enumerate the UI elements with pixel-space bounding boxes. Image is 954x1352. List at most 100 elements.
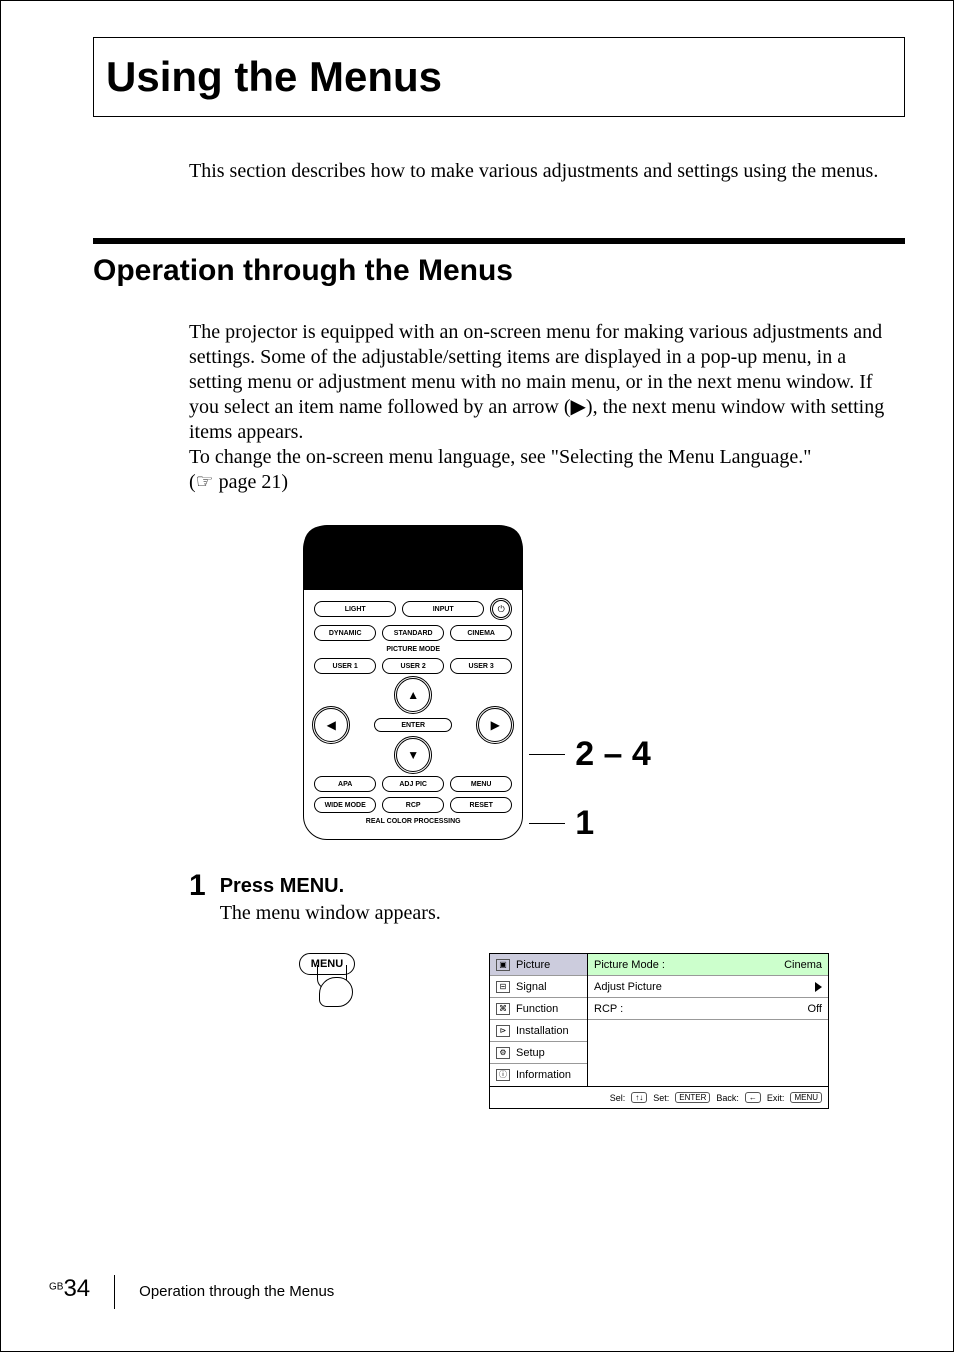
osd-left-column: ▣ Picture ⊟ Signal ⌘ Function ⊳ Installation… [490, 954, 588, 1086]
remote-row-5: WIDE MODE RCP RESET [314, 797, 512, 813]
osd-rcp-label: RCP : [594, 1003, 623, 1015]
standard-button: STANDARD [382, 625, 444, 641]
step-number: 1 [189, 871, 206, 925]
widemode-button: WIDE MODE [314, 797, 376, 813]
menu-button-pill: MENU [450, 776, 512, 792]
power-button: ⏻ [490, 598, 512, 620]
menu-button-figure: MENU [299, 953, 359, 1013]
section-rule [93, 238, 905, 244]
picture-icon: ▣ [496, 959, 510, 971]
body-para-2: To change the on-screen menu language, s… [189, 445, 885, 470]
signal-icon: ⊟ [496, 981, 510, 993]
osd-left-label: Setup [516, 1047, 545, 1059]
osd-left-signal: ⊟ Signal [490, 976, 587, 998]
footer-page-num: GB34 [49, 1275, 90, 1303]
osd-left-function: ⌘ Function [490, 998, 587, 1020]
nav-left-icon: ◀ [312, 706, 350, 744]
callout-menu: 1 [529, 804, 651, 843]
callout-line-icon [529, 754, 565, 756]
callouts: 2 – 4 1 [529, 745, 651, 843]
apa-button: APA [314, 776, 376, 792]
step-text: The menu window appears. [220, 902, 441, 925]
installation-icon: ⊳ [496, 1025, 510, 1037]
rcp-button: RCP [382, 797, 444, 813]
page: Using the Menus This section describes h… [0, 0, 954, 1352]
footer-number: 34 [63, 1275, 90, 1302]
step-figures: MENU ▣ Picture ⊟ Signal ⌘ Function ⊳ Install… [299, 953, 905, 1109]
nav-pad: ▲ ▼ ◀ ▶ ENTER [314, 680, 512, 770]
section-heading: Operation through the Menus [93, 254, 905, 288]
cinema-button: CINEMA [450, 625, 512, 641]
remote-top [304, 526, 522, 590]
callout-menu-label: 1 [575, 804, 594, 843]
osd-exit-label: Exit: [767, 1093, 785, 1103]
left-key-icon: ← [745, 1092, 761, 1103]
callout-nav-label: 2 – 4 [575, 735, 651, 774]
osd-left-installation: ⊳ Installation [490, 1020, 587, 1042]
remote-row-4: APA ADJ PIC MENU [314, 776, 512, 792]
osd-adjust-picture-row: Adjust Picture [588, 976, 828, 998]
step-body: Press MENU. The menu window appears. [220, 871, 441, 925]
osd-picture-mode-label: Picture Mode : [594, 959, 665, 971]
osd-picture-mode-row: Picture Mode : Cinema [588, 954, 828, 976]
osd-picture-mode-value: Cinema [784, 959, 822, 971]
nav-up-icon: ▲ [394, 676, 432, 714]
osd-rcp-row: RCP : Off [588, 998, 828, 1020]
finger-icon [319, 977, 353, 1007]
remote-row-3: USER 1 USER 2 USER 3 [314, 658, 512, 674]
user1-button: USER 1 [314, 658, 376, 674]
osd-body: ▣ Picture ⊟ Signal ⌘ Function ⊳ Installation… [490, 954, 828, 1086]
osd-left-label: Signal [516, 981, 547, 993]
nav-right-icon: ▶ [476, 706, 514, 744]
osd-back-label: Back: [716, 1093, 739, 1103]
osd-set-label: Set: [653, 1093, 669, 1103]
footer-rule [114, 1275, 115, 1309]
title-bar: Using the Menus [93, 37, 905, 117]
body-para-1: The projector is equipped with an on-scr… [189, 320, 885, 445]
callout-nav: 2 – 4 [529, 735, 651, 774]
dynamic-button: DYNAMIC [314, 625, 376, 641]
remote-control: LIGHT INPUT ⏻ DYNAMIC STANDARD CINEMA PI… [303, 525, 523, 840]
step-title: Press MENU. [220, 875, 441, 898]
osd-left-picture: ▣ Picture [490, 954, 587, 976]
remote-row-1: LIGHT INPUT ⏻ [314, 598, 512, 620]
osd-left-label: Picture [516, 959, 550, 971]
information-icon: ⓘ [496, 1069, 510, 1081]
osd-menu: ▣ Picture ⊟ Signal ⌘ Function ⊳ Installation… [489, 953, 829, 1109]
osd-adjust-picture-label: Adjust Picture [594, 981, 662, 993]
osd-right-column: Picture Mode : Cinema Adjust Picture RCP… [588, 954, 828, 1086]
arrow-right-icon [815, 982, 822, 992]
user2-button: USER 2 [382, 658, 444, 674]
footer-gb: GB [49, 1282, 63, 1293]
adjpic-button: ADJ PIC [382, 776, 444, 792]
remote-row-2: DYNAMIC STANDARD CINEMA [314, 625, 512, 641]
reset-button: RESET [450, 797, 512, 813]
osd-left-information: ⓘ Information [490, 1064, 587, 1086]
updown-key-icon: ↑↓ [631, 1092, 647, 1103]
osd-left-label: Information [516, 1069, 571, 1081]
section-body: The projector is equipped with an on-scr… [189, 320, 885, 495]
osd-left-label: Function [516, 1003, 558, 1015]
page-reference: page 21 [189, 470, 885, 495]
step-1: 1 Press MENU. The menu window appears. [189, 871, 905, 925]
callout-line-icon [529, 823, 565, 825]
page-footer: GB34 Operation through the Menus [49, 1275, 334, 1309]
menu-key-icon: MENU [790, 1092, 822, 1103]
setup-icon: ⚙ [496, 1047, 510, 1059]
remote-figure: LIGHT INPUT ⏻ DYNAMIC STANDARD CINEMA PI… [49, 525, 905, 843]
picture-mode-label: PICTURE MODE [314, 646, 512, 653]
osd-sel-label: Sel: [610, 1093, 626, 1103]
function-icon: ⌘ [496, 1003, 510, 1015]
light-button: LIGHT [314, 601, 396, 617]
rcp-label: REAL COLOR PROCESSING [314, 818, 512, 825]
input-button: INPUT [402, 601, 484, 617]
enter-key-icon: ENTER [675, 1092, 710, 1103]
osd-left-setup: ⚙ Setup [490, 1042, 587, 1064]
osd-blank [588, 1020, 828, 1086]
osd-rcp-value: Off [808, 1003, 822, 1015]
intro-text: This section describes how to make vario… [189, 159, 885, 184]
nav-down-icon: ▼ [394, 736, 432, 774]
osd-footer: Sel: ↑↓ Set: ENTER Back: ← Exit: MENU [490, 1086, 828, 1108]
page-title: Using the Menus [106, 53, 442, 101]
osd-left-label: Installation [516, 1025, 569, 1037]
